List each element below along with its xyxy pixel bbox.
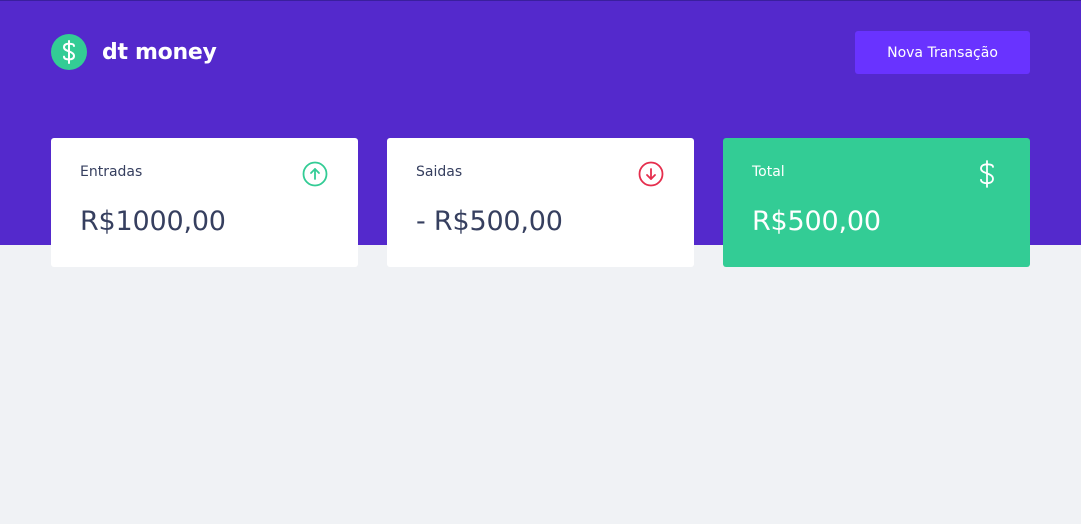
outcome-card: Saidas - R$500,00 <box>387 138 694 267</box>
income-label: Entradas <box>80 164 143 180</box>
dollar-icon <box>973 160 1001 188</box>
arrow-down-circle-icon <box>637 160 665 188</box>
income-card: Entradas R$1000,00 <box>51 138 358 267</box>
app-logo: dt money <box>51 34 217 70</box>
arrow-up-circle-icon <box>301 160 329 188</box>
app-name: dt money <box>102 39 217 65</box>
total-card: Total R$500,00 <box>723 138 1030 267</box>
new-transaction-button[interactable]: Nova Transação <box>855 31 1030 74</box>
outcome-label: Saidas <box>416 164 463 180</box>
dollar-icon <box>51 34 87 70</box>
income-value: R$1000,00 <box>80 206 226 237</box>
outcome-value: - R$500,00 <box>416 206 563 237</box>
total-label: Total <box>752 164 785 180</box>
total-value: R$500,00 <box>752 206 881 237</box>
